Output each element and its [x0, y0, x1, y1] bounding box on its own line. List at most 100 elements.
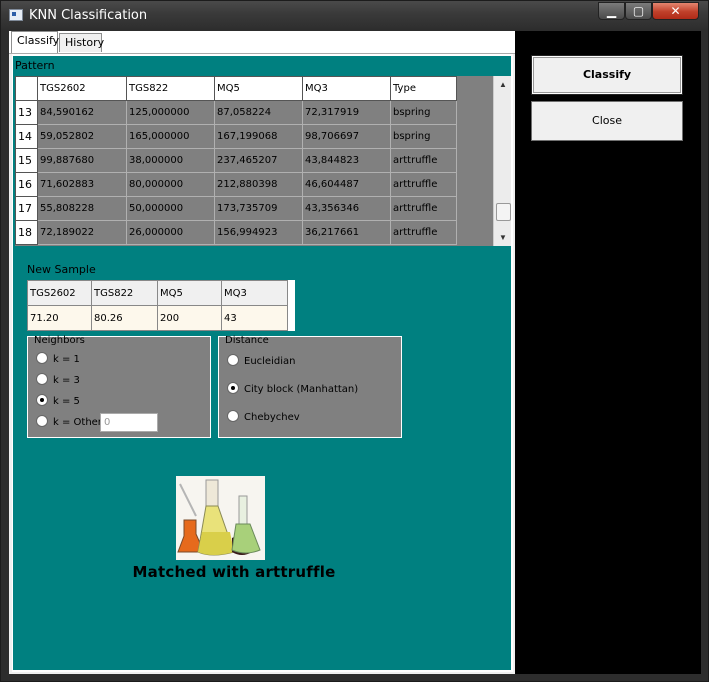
table-cell[interactable]: 156,994923: [214, 220, 303, 245]
table-cell[interactable]: bspring: [390, 124, 457, 149]
sample-cell-tgs2602[interactable]: 71.20: [27, 305, 92, 331]
radio-label: k = 3: [53, 375, 80, 386]
distance-group-title: Distance: [225, 335, 269, 346]
row-header[interactable]: 18: [15, 220, 38, 245]
sample-cell-mq5[interactable]: 200: [157, 305, 222, 331]
table-cell[interactable]: 98,706697: [302, 124, 391, 149]
pattern-label: Pattern: [15, 59, 55, 72]
table-row[interactable]: 15 99,887680 38,000000 237,465207 43,844…: [15, 148, 457, 173]
scroll-up-arrow-icon[interactable]: ▲: [494, 76, 511, 93]
table-cell[interactable]: 71,602883: [37, 172, 127, 197]
scroll-down-arrow-icon[interactable]: ▼: [494, 229, 511, 246]
column-header-tgs2602[interactable]: TGS2602: [27, 280, 92, 306]
table-cell[interactable]: 55,808228: [37, 196, 127, 221]
row-header[interactable]: 17: [15, 196, 38, 221]
sample-cell-mq3[interactable]: 43: [221, 305, 288, 331]
vertical-scrollbar[interactable]: ▲ ▼: [493, 76, 511, 246]
table-cell[interactable]: 50,000000: [126, 196, 215, 221]
table-row[interactable]: 13 84,590162 125,000000 87,058224 72,317…: [15, 100, 457, 125]
table-cell[interactable]: 26,000000: [126, 220, 215, 245]
column-header-tgs2602[interactable]: TGS2602: [37, 76, 127, 101]
pattern-grid[interactable]: TGS2602 TGS822 MQ5 MQ3 Type 13 84,590162…: [15, 76, 511, 246]
column-header-mq3[interactable]: MQ3: [221, 280, 288, 306]
new-sample-grid[interactable]: TGS2602 TGS822 MQ5 MQ3 71.20 80.26 200 4…: [27, 280, 295, 331]
radio-k3[interactable]: k = 3: [36, 373, 80, 388]
table-row[interactable]: 18 72,189022 26,000000 156,994923 36,217…: [15, 220, 457, 245]
row-header[interactable]: 14: [15, 124, 38, 149]
table-cell[interactable]: 84,590162: [37, 100, 127, 125]
radio-label: Eucleidian: [244, 356, 296, 367]
scroll-thumb[interactable]: [496, 203, 511, 221]
row-header[interactable]: 15: [15, 148, 38, 173]
row-header[interactable]: 13: [15, 100, 38, 125]
table-cell[interactable]: 36,217661: [302, 220, 391, 245]
maximize-button[interactable]: ▢: [625, 2, 652, 20]
radio-eucleidian[interactable]: Eucleidian: [227, 354, 296, 369]
table-cell[interactable]: 125,000000: [126, 100, 215, 125]
column-header-mq3[interactable]: MQ3: [302, 76, 391, 101]
radio-label: Chebychev: [244, 412, 300, 423]
sample-cell-tgs822[interactable]: 80.26: [91, 305, 158, 331]
column-header-mq5[interactable]: MQ5: [214, 76, 303, 101]
app-window: KNN Classification ▁ ▢ ✕ Classify Histor…: [0, 0, 709, 682]
distance-group: Distance Eucleidian City block (Manhatta…: [218, 336, 402, 438]
table-cell[interactable]: 72,189022: [37, 220, 127, 245]
table-cell[interactable]: 38,000000: [126, 148, 215, 173]
radio-selected-icon: [36, 394, 48, 406]
close-button[interactable]: Close: [531, 101, 683, 141]
client-area: Classify History Pattern TGS2602 TGS822 …: [9, 31, 701, 674]
radio-label: k = 1: [53, 354, 80, 365]
radio-icon: [227, 354, 239, 366]
table-cell[interactable]: 87,058224: [214, 100, 303, 125]
column-header-tgs822[interactable]: TGS822: [91, 280, 158, 306]
neighbors-group: Neighbors k = 1 k = 3 k = 5 k = Other 0: [27, 336, 211, 438]
radio-k-other[interactable]: k = Other: [36, 415, 102, 430]
radio-icon: [36, 352, 48, 364]
tab-history[interactable]: History: [59, 33, 104, 52]
radio-k1[interactable]: k = 1: [36, 352, 80, 367]
table-cell[interactable]: 43,356346: [302, 196, 391, 221]
neighbors-group-title: Neighbors: [34, 335, 85, 346]
table-cell[interactable]: 43,844823: [302, 148, 391, 173]
table-cell[interactable]: 99,887680: [37, 148, 127, 173]
table-cell[interactable]: 165,000000: [126, 124, 215, 149]
table-row[interactable]: 14 59,052802 165,000000 167,199068 98,70…: [15, 124, 457, 149]
table-cell[interactable]: bspring: [390, 100, 457, 125]
radio-k5[interactable]: k = 5: [36, 394, 80, 409]
radio-selected-icon: [227, 382, 239, 394]
table-cell[interactable]: 80,000000: [126, 172, 215, 197]
table-cell[interactable]: arttruffle: [390, 220, 457, 245]
table-row[interactable]: 16 71,602883 80,000000 212,880398 46,604…: [15, 172, 457, 197]
app-icon: [9, 9, 23, 21]
left-panel: Classify History Pattern TGS2602 TGS822 …: [9, 31, 515, 674]
table-cell[interactable]: 212,880398: [214, 172, 303, 197]
table-cell[interactable]: 72,317919: [302, 100, 391, 125]
column-header-type[interactable]: Type: [390, 76, 457, 101]
title-bar: KNN Classification ▁ ▢ ✕: [1, 1, 708, 29]
table-cell[interactable]: 237,465207: [214, 148, 303, 173]
table-cell[interactable]: 59,052802: [37, 124, 127, 149]
close-window-button[interactable]: ✕: [652, 2, 699, 20]
radio-city-block[interactable]: City block (Manhattan): [227, 382, 359, 397]
table-cell[interactable]: arttruffle: [390, 196, 457, 221]
table-row[interactable]: 71.20 80.26 200 43: [27, 305, 288, 331]
column-header-mq5[interactable]: MQ5: [157, 280, 222, 306]
tab-strip: Classify History: [9, 31, 515, 54]
grid-corner-header: [15, 76, 38, 101]
radio-icon: [36, 373, 48, 385]
table-cell[interactable]: 46,604487: [302, 172, 391, 197]
minimize-button[interactable]: ▁: [598, 2, 625, 20]
tab-classify[interactable]: Classify: [11, 31, 59, 53]
row-header[interactable]: 16: [15, 172, 38, 197]
k-other-input[interactable]: 0: [100, 413, 158, 432]
radio-label: City block (Manhattan): [244, 384, 359, 395]
column-header-tgs822[interactable]: TGS822: [126, 76, 215, 101]
table-cell[interactable]: 173,735709: [214, 196, 303, 221]
table-cell[interactable]: 167,199068: [214, 124, 303, 149]
radio-label: k = 5: [53, 396, 80, 407]
classify-button[interactable]: Classify: [531, 55, 683, 95]
table-row[interactable]: 17 55,808228 50,000000 173,735709 43,356…: [15, 196, 457, 221]
table-cell[interactable]: arttruffle: [390, 172, 457, 197]
table-cell[interactable]: arttruffle: [390, 148, 457, 173]
radio-chebychev[interactable]: Chebychev: [227, 410, 300, 425]
